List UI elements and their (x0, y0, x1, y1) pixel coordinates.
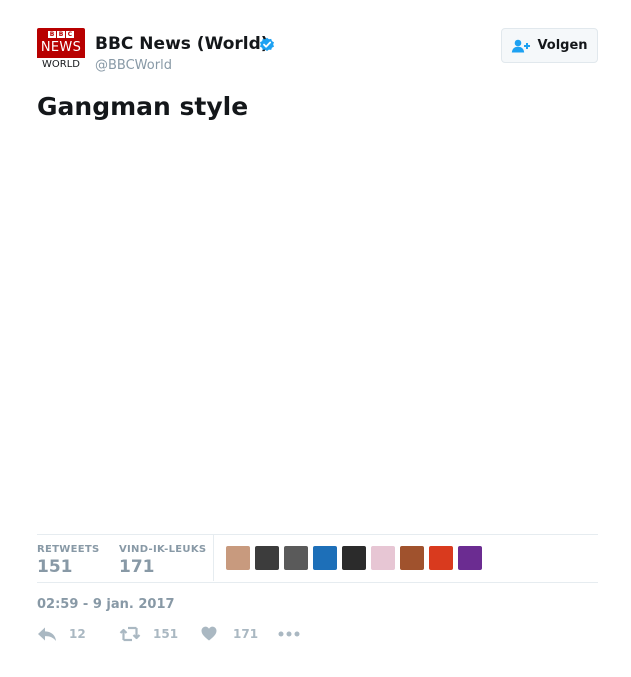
retweets-label: RETWEETS (37, 544, 100, 555)
bbc-logo-boxes: B B C (48, 31, 74, 38)
liker-avatar[interactable] (255, 546, 279, 570)
liker-avatar[interactable] (313, 546, 337, 570)
reply-button[interactable]: 12 (37, 626, 86, 642)
like-count: 171 (233, 626, 259, 641)
likes-value: 171 (119, 557, 155, 577)
logo-news-text: NEWS (40, 40, 82, 55)
reply-icon (38, 627, 56, 641)
liker-avatar[interactable] (429, 546, 453, 570)
likes-stat[interactable]: VIND-IK-LEUKS 171 (119, 544, 206, 577)
like-button[interactable]: 171 (201, 626, 258, 641)
add-user-icon (512, 39, 531, 52)
likes-label: VIND-IK-LEUKS (119, 544, 207, 555)
verified-badge-icon (260, 37, 274, 51)
liker-avatar[interactable] (458, 546, 482, 570)
retweet-icon (119, 626, 141, 642)
liker-avatars (226, 546, 482, 570)
bbc-logo-letter-b2: B (57, 31, 65, 38)
bbc-logo-letter-b1: B (48, 31, 56, 38)
display-name[interactable]: BBC News (World) (95, 34, 269, 54)
retweet-count: 151 (153, 627, 179, 641)
liker-avatar[interactable] (284, 546, 308, 570)
logo-world-text: WORLD (42, 59, 80, 70)
follow-button-label: Volgen (537, 38, 588, 53)
liker-avatar[interactable] (342, 546, 366, 570)
retweet-button[interactable]: 151 (119, 626, 178, 642)
more-dots-icon (278, 631, 300, 637)
tweet-stats: RETWEETS 151 VIND-IK-LEUKS 171 (37, 534, 598, 583)
tweet-header: B B C NEWS WORLD BBC News (World) @BBCWo… (37, 28, 598, 76)
liker-avatar[interactable] (371, 546, 395, 570)
tweet-text: Gangman style (37, 92, 249, 121)
more-options-button[interactable] (278, 627, 300, 641)
heart-icon (201, 626, 217, 641)
retweets-value: 151 (37, 557, 73, 577)
account-handle[interactable]: @BBCWorld (95, 58, 172, 73)
stats-divider (213, 535, 214, 581)
liker-avatar[interactable] (226, 546, 250, 570)
retweets-stat[interactable]: RETWEETS 151 (37, 544, 99, 577)
bbc-news-world-avatar[interactable]: B B C NEWS WORLD (37, 28, 85, 72)
tweet-timestamp[interactable]: 02:59 - 9 jan. 2017 (37, 597, 175, 612)
follow-button[interactable]: Volgen (501, 28, 598, 63)
reply-count: 12 (69, 627, 86, 641)
liker-avatar[interactable] (400, 546, 424, 570)
bbc-news-logo-block: B B C NEWS (37, 28, 85, 58)
bbc-logo-letter-c: C (66, 31, 74, 38)
